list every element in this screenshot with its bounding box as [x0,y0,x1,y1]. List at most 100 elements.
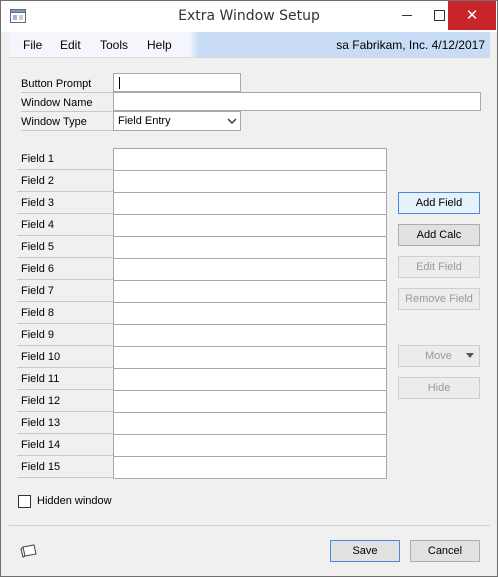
remove-field-button[interactable]: Remove Field [398,288,480,310]
window-name-input[interactable] [114,93,480,110]
field-input-cell[interactable] [113,192,387,215]
close-icon: ✕ [465,6,479,24]
field-input-cell[interactable] [113,302,387,325]
field-input-cell[interactable] [113,280,387,303]
field-row: Field 15 [17,456,387,479]
field-input-cell[interactable] [113,412,387,435]
field-row: Field 3 [17,192,387,215]
button-prompt-field[interactable] [113,73,241,92]
field-label: Field 15 [21,461,61,473]
field-input[interactable] [114,325,386,346]
button-prompt-label: Button Prompt [21,78,92,90]
field-input-cell[interactable] [113,170,387,193]
field-row: Field 10 [17,346,387,369]
note-icon[interactable] [20,543,38,559]
divider [21,130,113,131]
save-button[interactable]: Save [330,540,400,562]
field-label: Field 11 [21,373,60,385]
extra-window-setup-window: Extra Window Setup ✕ File Edit Tools Hel… [0,0,498,577]
chevron-down-icon [466,353,474,358]
menu-edit[interactable]: Edit [60,38,81,52]
field-label: Field 6 [21,263,55,275]
field-input-cell[interactable] [113,258,387,281]
field-row: Field 8 [17,302,387,325]
add-field-button[interactable]: Add Field [398,192,480,214]
field-input-cell[interactable] [113,434,387,457]
menu-bar: File Edit Tools Help sa Fabrikam, Inc. 4… [9,32,490,58]
add-calc-button[interactable]: Add Calc [398,224,480,246]
move-label: Move [425,350,452,362]
button-prompt-input[interactable] [114,74,240,91]
field-row: Field 4 [17,214,387,237]
field-input[interactable] [114,237,386,258]
window-type-value: Field Entry [118,115,171,127]
field-row: Field 2 [17,170,387,193]
field-label: Field 12 [21,395,61,407]
menu-tools[interactable]: Tools [100,38,128,52]
field-row: Field 7 [17,280,387,303]
window-name-label: Window Name [21,97,93,109]
chevron-down-icon [227,118,237,124]
field-input[interactable] [114,281,386,302]
user-company-date: sa Fabrikam, Inc. 4/12/2017 [336,38,485,52]
field-input-cell[interactable] [113,390,387,413]
field-input-cell[interactable] [113,214,387,237]
field-input-cell[interactable] [113,236,387,259]
field-input[interactable] [114,259,386,280]
field-row: Field 6 [17,258,387,281]
divider [21,92,113,93]
window-name-field[interactable] [113,92,481,111]
edit-field-button[interactable]: Edit Field [398,256,480,278]
field-input[interactable] [114,347,386,368]
field-row: Field 1 [17,148,387,171]
minimize-button[interactable] [391,1,423,30]
field-row: Field 11 [17,368,387,391]
field-label: Field 4 [21,219,55,231]
field-input[interactable] [114,391,386,412]
fields-grid: Field 1 Field 2 Field 3 Field 4 Field 5 … [17,148,387,479]
field-label: Field 7 [21,285,55,297]
field-label: Field 14 [21,439,61,451]
field-label: Field 2 [21,175,55,187]
field-input-cell[interactable] [113,368,387,391]
field-label: Field 9 [21,329,55,341]
field-label: Field 8 [21,307,55,319]
hidden-window-checkbox[interactable] [18,495,31,508]
field-input[interactable] [114,413,386,434]
field-input[interactable] [114,215,386,236]
field-input-cell[interactable] [113,346,387,369]
field-row: Field 14 [17,434,387,457]
title-bar[interactable]: Extra Window Setup ✕ [1,1,497,32]
field-row: Field 12 [17,390,387,413]
field-label: Field 1 [21,153,55,165]
move-button[interactable]: Move [398,345,480,367]
hidden-window-label: Hidden window [37,495,112,507]
divider [9,525,490,526]
close-button[interactable]: ✕ [448,1,496,30]
field-input[interactable] [114,171,386,192]
field-label: Field 5 [21,241,55,253]
menu-help[interactable]: Help [147,38,172,52]
field-input[interactable] [114,457,386,478]
field-input-cell[interactable] [113,456,387,479]
window-type-select[interactable]: Field Entry [113,111,241,131]
window-type-label: Window Type [21,116,87,128]
field-row: Field 9 [17,324,387,347]
field-input-cell[interactable] [113,324,387,347]
divider [17,477,113,478]
field-input[interactable] [114,193,386,214]
field-label: Field 3 [21,197,55,209]
cancel-button[interactable]: Cancel [410,540,480,562]
field-row: Field 5 [17,236,387,259]
field-row: Field 13 [17,412,387,435]
hide-button[interactable]: Hide [398,377,480,399]
field-input[interactable] [114,303,386,324]
field-input[interactable] [114,435,386,456]
field-label: Field 10 [21,351,61,363]
text-caret [119,77,120,89]
field-input[interactable] [114,149,386,170]
menu-file[interactable]: File [23,38,42,52]
field-label: Field 13 [21,417,61,429]
field-input[interactable] [114,369,386,390]
field-input-cell[interactable] [113,148,387,171]
